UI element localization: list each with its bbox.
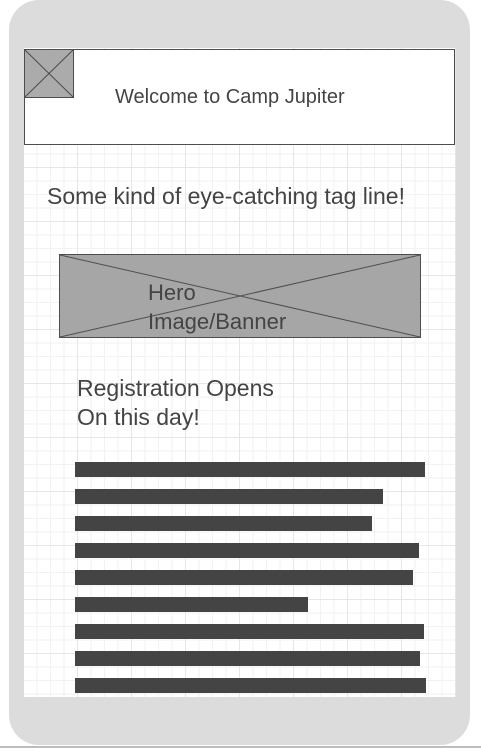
- text-line: [75, 597, 308, 612]
- registration-line2: On this day!: [77, 404, 200, 430]
- text-line: [75, 543, 419, 558]
- header-bar: Welcome to Camp Jupiter: [24, 49, 455, 145]
- text-line: [75, 462, 425, 477]
- text-line: [75, 624, 424, 639]
- text-line: [75, 570, 413, 585]
- text-line: [75, 651, 420, 666]
- text-line: [75, 489, 383, 504]
- divider: [0, 746, 481, 748]
- image-placeholder-icon[interactable]: [25, 50, 74, 98]
- text-line: [75, 678, 426, 693]
- text-line: [75, 516, 372, 531]
- registration-line1: Registration Opens: [77, 375, 274, 401]
- hero-label-line2: Image/Banner: [148, 309, 287, 334]
- registration-notice: Registration Opens On this day!: [77, 374, 377, 432]
- hero-label-line1: Hero: [148, 280, 196, 305]
- tagline: Some kind of eye-catching tag line!: [47, 183, 405, 209]
- hero-banner[interactable]: Hero Image/Banner: [59, 254, 421, 338]
- page-title: Welcome to Camp Jupiter: [115, 86, 345, 108]
- hero-label: Hero Image/Banner: [148, 278, 348, 336]
